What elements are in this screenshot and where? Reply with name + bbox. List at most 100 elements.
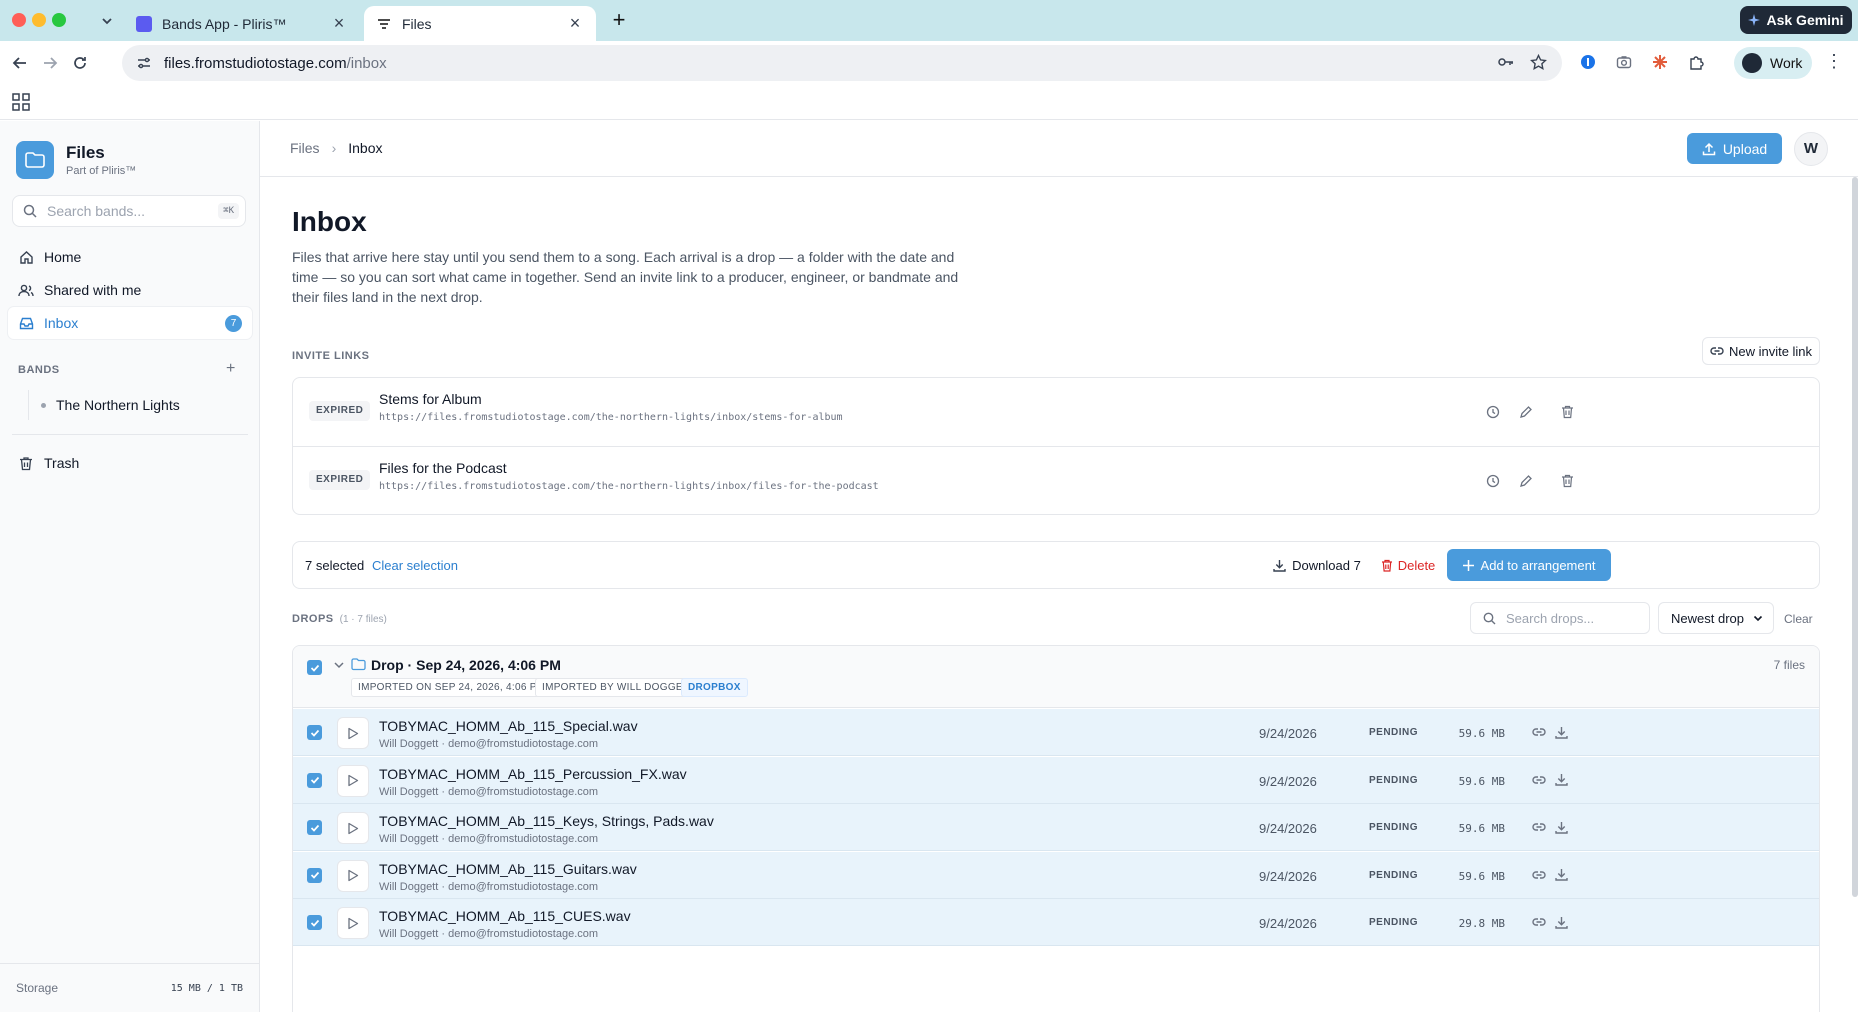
copy-link-button[interactable] xyxy=(1531,772,1547,788)
claude-extension[interactable] xyxy=(1648,50,1672,74)
address-bar[interactable]: files.fromstudiotostage.com/inbox xyxy=(122,45,1562,81)
close-window-button[interactable] xyxy=(12,13,26,27)
breadcrumb-files[interactable]: Files xyxy=(290,140,320,156)
brand[interactable]: Files Part of Pliris™ xyxy=(16,141,136,179)
add-to-arrangement-button[interactable]: Add to arrangement xyxy=(1447,549,1611,581)
drop-file-count: 7 files xyxy=(1773,658,1805,672)
invite-row[interactable]: EXPIRED Files for the Podcast https://fi… xyxy=(293,446,1819,514)
download-file-button[interactable] xyxy=(1553,819,1569,835)
drop-search-input[interactable]: Search drops... xyxy=(1470,602,1650,634)
minimize-window-button[interactable] xyxy=(32,13,46,27)
bookmark-star-button[interactable] xyxy=(1526,50,1550,74)
invite-row[interactable]: EXPIRED Stems for Album https://files.fr… xyxy=(293,378,1819,446)
copy-link-button[interactable] xyxy=(1531,724,1547,740)
delete-invite-button[interactable] xyxy=(1557,402,1577,422)
file-uploader: Will Doggett · demo@fromstudiotostage.co… xyxy=(379,928,599,940)
tab-search-button[interactable] xyxy=(96,10,118,32)
apps-grid-icon[interactable] xyxy=(12,93,30,111)
forward-button[interactable] xyxy=(38,51,62,75)
file-date: 9/24/2026 xyxy=(1259,868,1317,884)
file-select-checkbox[interactable] xyxy=(307,867,322,883)
bands-section-label: BANDS xyxy=(18,364,60,376)
zoom-window-button[interactable] xyxy=(52,13,66,27)
sort-select[interactable]: Newest drop xyxy=(1658,602,1774,634)
file-row[interactable]: TOBYMAC_HOMM_Ab_115_Keys, Strings, Pads.… xyxy=(293,804,1819,851)
file-size: 59.6 MB xyxy=(1458,727,1505,740)
file-select-checkbox[interactable] xyxy=(307,820,322,835)
extensions-button[interactable] xyxy=(1684,50,1708,74)
close-tab-icon[interactable]: × xyxy=(330,13,348,34)
copy-link-button[interactable] xyxy=(1531,914,1547,930)
user-avatar[interactable]: W xyxy=(1794,132,1828,166)
play-button[interactable] xyxy=(337,907,369,939)
close-tab-icon[interactable]: × xyxy=(566,13,584,34)
play-button[interactable] xyxy=(337,859,369,892)
file-name[interactable]: TOBYMAC_HOMM_Ab_115_Keys, Strings, Pads.… xyxy=(379,813,714,829)
drop-select-checkbox[interactable] xyxy=(307,660,322,675)
download-file-button[interactable] xyxy=(1553,772,1569,788)
download-label: Download 7 xyxy=(1292,557,1361,573)
main-content: Files › Inbox Upload W Inbox Files that … xyxy=(260,121,1858,1012)
renew-invite-button[interactable] xyxy=(1483,402,1503,422)
file-name[interactable]: TOBYMAC_HOMM_Ab_115_CUES.wav xyxy=(379,908,631,924)
file-row[interactable]: TOBYMAC_HOMM_Ab_115_Percussion_FX.wav Wi… xyxy=(293,756,1819,804)
clear-filters-button[interactable]: Clear xyxy=(1784,612,1813,626)
file-select-checkbox[interactable] xyxy=(307,772,322,788)
browser-tab-bands-app[interactable]: Bands App - Pliris™ × xyxy=(124,6,360,41)
folder-icon xyxy=(351,657,366,674)
new-invite-link-button[interactable]: New invite link xyxy=(1702,337,1820,365)
collapse-drop-button[interactable] xyxy=(333,658,345,674)
add-band-button[interactable]: + xyxy=(226,360,235,378)
scrollbar[interactable] xyxy=(1852,177,1858,897)
file-row[interactable]: TOBYMAC_HOMM_Ab_115_Guitars.wav Will Dog… xyxy=(293,851,1819,899)
copy-link-button[interactable] xyxy=(1531,867,1547,883)
browser-tab-files[interactable]: Files × xyxy=(364,6,596,41)
ask-gemini-button[interactable]: Ask Gemini xyxy=(1740,6,1852,34)
screenshot-extension[interactable] xyxy=(1612,50,1636,74)
new-tab-button[interactable]: + xyxy=(606,8,632,34)
file-select-checkbox[interactable] xyxy=(307,725,322,740)
file-row[interactable]: TOBYMAC_HOMM_Ab_115_CUES.wav Will Dogget… xyxy=(293,899,1819,946)
file-date: 9/24/2026 xyxy=(1259,773,1317,789)
delete-selected-button[interactable]: Delete xyxy=(1377,550,1439,580)
drop-title[interactable]: Drop · Sep 24, 2026, 4:06 PM xyxy=(371,657,561,673)
password-key-button[interactable] xyxy=(1494,50,1518,74)
file-name[interactable]: TOBYMAC_HOMM_Ab_115_Percussion_FX.wav xyxy=(379,766,687,782)
upload-button[interactable]: Upload xyxy=(1687,133,1782,164)
download-file-button[interactable] xyxy=(1553,914,1569,930)
clear-selection-link[interactable]: Clear selection xyxy=(372,558,458,573)
band-search-input[interactable]: Search bands... ⌘K xyxy=(12,195,246,227)
renew-invite-button[interactable] xyxy=(1483,471,1503,491)
back-button[interactable] xyxy=(8,51,32,75)
file-name[interactable]: TOBYMAC_HOMM_Ab_115_Guitars.wav xyxy=(379,861,637,877)
file-name[interactable]: TOBYMAC_HOMM_Ab_115_Special.wav xyxy=(379,718,638,734)
sidebar-item-shared[interactable]: Shared with me xyxy=(8,274,252,306)
password-manager-extension[interactable] xyxy=(1576,50,1600,74)
edit-invite-button[interactable] xyxy=(1516,471,1536,491)
play-button[interactable] xyxy=(337,812,369,844)
file-row[interactable]: TOBYMAC_HOMM_Ab_115_Special.wav Will Dog… xyxy=(293,709,1819,756)
reload-button[interactable] xyxy=(68,51,92,75)
copy-link-button[interactable] xyxy=(1531,819,1547,835)
band-bullet-icon xyxy=(41,402,46,408)
site-settings-icon[interactable] xyxy=(136,55,152,71)
check-icon xyxy=(310,871,319,879)
play-button[interactable] xyxy=(337,717,369,749)
download-selected-button[interactable]: Download 7 xyxy=(1271,550,1363,580)
download-file-button[interactable] xyxy=(1553,724,1569,740)
sidebar-item-home[interactable]: Home xyxy=(8,241,252,273)
play-icon xyxy=(348,774,359,787)
edit-invite-button[interactable] xyxy=(1516,402,1536,422)
sidebar-item-inbox[interactable]: Inbox 7 xyxy=(8,307,252,339)
browser-menu-button[interactable]: ⋮ xyxy=(1824,51,1844,75)
profile-button[interactable]: Work xyxy=(1734,47,1812,79)
play-button[interactable] xyxy=(337,764,369,797)
file-select-checkbox[interactable] xyxy=(307,915,322,930)
band-item-the-northern-lights[interactable]: The Northern Lights xyxy=(28,390,180,420)
delete-invite-button[interactable] xyxy=(1557,471,1577,491)
sidebar-item-trash[interactable]: Trash xyxy=(8,447,252,479)
download-icon xyxy=(1273,559,1286,572)
download-icon xyxy=(1554,774,1568,786)
download-file-button[interactable] xyxy=(1553,867,1569,883)
invite-name: Stems for Album xyxy=(379,391,482,407)
